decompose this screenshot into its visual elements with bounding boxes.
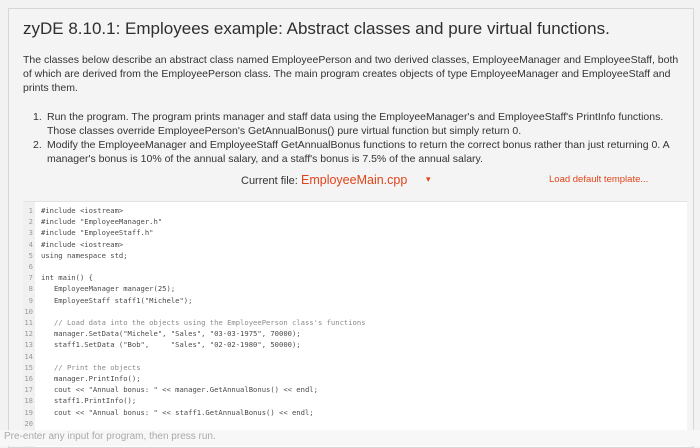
code-editor[interactable]: 1 #include <iostream> 2 #include "EmployeeM… — [23, 201, 687, 447]
code-text: // Print the objects — [41, 362, 141, 372]
line-number: 18 — [24, 396, 33, 406]
line-number: 11 — [24, 318, 33, 327]
line-number: 15 — [24, 362, 33, 372]
code-line[interactable]: 3 #include "EmployeeStaff.h" — [23, 228, 683, 237]
instruction-step: 1. Run the program. The program prints m… — [33, 110, 683, 138]
code-line[interactable]: 15 // Print the objects — [23, 363, 683, 372]
line-number: 14 — [24, 351, 33, 361]
line-number: 12 — [24, 329, 33, 339]
input-placeholder: Pre-enter any input for program, then pr… — [4, 431, 216, 442]
code-line[interactable]: 16 manager.PrintInfo(); — [23, 374, 683, 383]
load-default-template-link[interactable]: Load default template... — [549, 174, 648, 185]
line-number: 16 — [24, 374, 33, 383]
code-text: #include <iostream> — [41, 239, 124, 249]
program-input-area[interactable]: Pre-enter any input for program, then pr… — [0, 430, 700, 446]
code-line[interactable]: 7 int main() { — [23, 273, 683, 282]
activity-description: The classes below describe an abstract c… — [23, 54, 679, 94]
chevron-down-icon[interactable]: ▾ — [426, 174, 431, 185]
zyde-card: zyDE 8.10.1: Employees example: Abstract… — [8, 8, 694, 448]
code-text: using namespace std; — [41, 250, 128, 260]
line-number: 13 — [24, 340, 33, 350]
code-text: #include "EmployeeManager.h" — [41, 217, 163, 227]
line-number: 9 — [28, 295, 33, 305]
line-number: 1 — [28, 206, 33, 215]
instruction-step: 2. Modify the EmployeeManager and Employ… — [33, 138, 683, 166]
code-line[interactable]: 20 — [23, 419, 683, 428]
line-number: 8 — [28, 284, 33, 294]
code-text: #include <iostream> — [41, 206, 124, 215]
code-line[interactable]: 11 // Load data into the objects using t… — [23, 318, 683, 327]
code-text: staff1.PrintInfo(); — [41, 396, 137, 406]
code-text: manager.SetData("Michele", "Sales", "03-… — [41, 329, 301, 339]
code-line[interactable]: 12 manager.SetData("Michele", "Sales", "… — [23, 329, 683, 338]
code-line[interactable]: 5 using namespace std; — [23, 251, 683, 260]
code-line[interactable]: 17 cout << "Annual bonus: " << manager.G… — [23, 385, 683, 394]
line-number: 7 — [28, 273, 33, 283]
step-text: Run the program. The program prints mana… — [47, 111, 664, 137]
code-line[interactable]: 8 EmployeeManager manager(25); — [23, 284, 683, 293]
code-line[interactable]: 1 #include <iostream> — [23, 206, 683, 215]
line-number: 17 — [24, 385, 33, 395]
code-text: cout << "Annual bonus: " << manager.GetA… — [41, 385, 318, 395]
code-text: EmployeeStaff staff1("Michele"); — [41, 295, 193, 305]
step-number: 2. — [33, 139, 42, 151]
activity-title: zyDE 8.10.1: Employees example: Abstract… — [23, 19, 610, 38]
line-number: 10 — [24, 306, 33, 316]
code-text: EmployeeManager manager(25); — [41, 284, 176, 294]
step-text: Modify the EmployeeManager and EmployeeS… — [47, 139, 670, 165]
code-line[interactable]: 13 staff1.SetData ("Bob", "Sales", "02-0… — [23, 340, 683, 349]
code-text: // Load data into the objects using the … — [41, 318, 366, 327]
code-line[interactable]: 18 staff1.PrintInfo(); — [23, 396, 683, 405]
code-text: int main() { — [41, 273, 93, 283]
code-line[interactable]: 2 #include "EmployeeManager.h" — [23, 217, 683, 226]
instruction-list: 1. Run the program. The program prints m… — [33, 110, 683, 166]
line-number: 2 — [28, 217, 33, 227]
code-line[interactable]: 9 EmployeeStaff staff1("Michele"); — [23, 296, 683, 305]
code-line[interactable]: 6 — [23, 262, 683, 271]
code-line[interactable]: 19 cout << "Annual bonus: " << staff1.Ge… — [23, 408, 683, 417]
code-line[interactable]: 14 — [23, 352, 683, 361]
code-text: manager.PrintInfo(); — [41, 374, 141, 383]
line-number: 6 — [28, 262, 33, 271]
line-number: 19 — [24, 407, 33, 417]
file-bar: Current file: EmployeeMain.cpp ▾ Load de… — [9, 171, 693, 191]
current-file-label: Current file: — [241, 175, 298, 187]
code-text: #include "EmployeeStaff.h" — [41, 228, 154, 238]
code-text: cout << "Annual bonus: " << staff1.GetAn… — [41, 407, 314, 417]
code-line[interactable]: 10 — [23, 307, 683, 316]
current-file-dropdown[interactable]: EmployeeMain.cpp — [301, 173, 407, 187]
line-number: 4 — [28, 239, 33, 249]
code-line[interactable]: 4 #include <iostream> — [23, 240, 683, 249]
line-number: 20 — [24, 418, 33, 428]
line-number: 5 — [28, 250, 33, 260]
step-number: 1. — [33, 111, 42, 123]
code-text: staff1.SetData ("Bob", "Sales", "02-02-1… — [41, 340, 301, 350]
line-number: 3 — [28, 228, 33, 238]
